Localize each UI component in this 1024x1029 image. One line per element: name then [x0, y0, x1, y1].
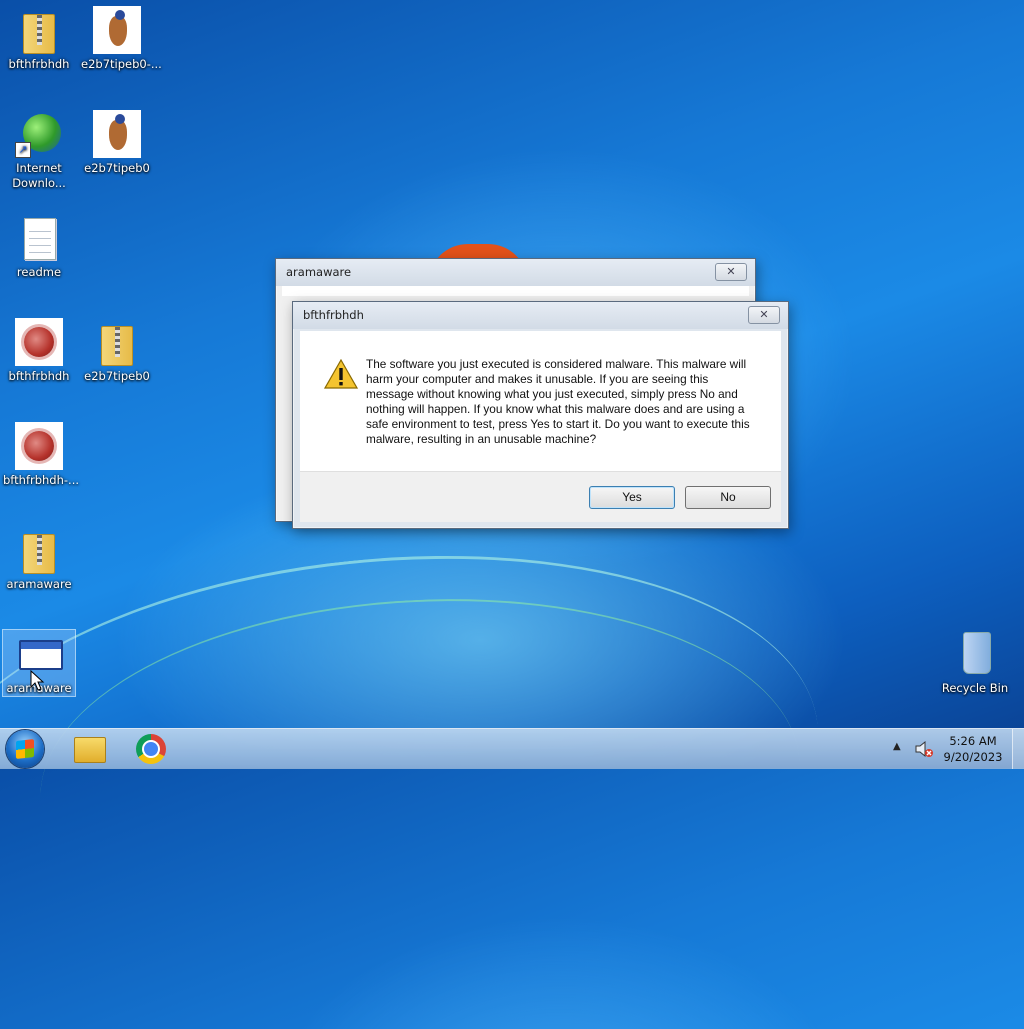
bird-image-icon	[93, 6, 141, 54]
dialog-body	[282, 286, 749, 296]
taskbar-chrome-button[interactable]	[122, 731, 178, 767]
close-button[interactable]: ✕	[748, 306, 780, 324]
desktop-icon-aramaware-zip[interactable]: aramaware	[3, 526, 75, 592]
desktop-icon-label: e2b7tipeb0	[84, 161, 150, 175]
desktop-icon-label: aramaware	[6, 577, 72, 591]
show-hidden-icons-button[interactable]: ▲	[893, 741, 901, 752]
zip-folder-icon	[15, 526, 63, 574]
idm-globe-icon: ↗	[15, 110, 63, 158]
chrome-icon	[136, 734, 166, 764]
windows-logo-icon	[16, 739, 34, 759]
speaker-muted-icon[interactable]	[914, 739, 934, 759]
warning-icon	[324, 359, 358, 389]
no-button[interactable]: No	[685, 486, 771, 509]
text-document-icon	[15, 214, 63, 262]
desktop-icon-bfthfrbhdh-image[interactable]: bfthfrbhdh	[3, 318, 75, 384]
taskbar-explorer-button[interactable]	[60, 731, 116, 767]
bird-image-icon	[93, 110, 141, 158]
folder-icon	[74, 737, 106, 763]
desktop-icon-label: Recycle Bin	[941, 681, 1009, 695]
system-clock[interactable]: 5:26 AM 9/20/2023	[940, 733, 1006, 765]
wallpaper-swoosh	[0, 514, 840, 1029]
desktop-icon-label: bfthfrbhdh	[8, 369, 70, 383]
desktop-icon-recycle-bin[interactable]: Recycle Bin	[939, 630, 1011, 696]
dialog-title: aramaware	[276, 259, 755, 286]
desktop-icon-label: readme	[16, 265, 62, 279]
dialog-button-bar: Yes No	[300, 471, 781, 522]
virus-image-icon	[15, 422, 63, 470]
desktop-icon-label: e2b7tipeb0-...	[81, 57, 162, 71]
desktop-icon-e2b7tipeb0-image[interactable]: e2b7tipeb0-...	[81, 6, 162, 72]
desktop-icon-bfthfrbhdh-copy[interactable]: bfthfrbhdh-...	[3, 422, 80, 488]
desktop-icon-e2b7tipeb0[interactable]: e2b7tipeb0	[81, 110, 153, 176]
desktop-icon-label: e2b7tipeb0	[84, 369, 150, 383]
yes-button[interactable]: Yes	[589, 486, 675, 509]
mouse-cursor-icon	[30, 670, 45, 691]
clock-date: 9/20/2023	[943, 750, 1003, 764]
dialog-message: The software you just executed is consid…	[366, 357, 750, 446]
wallpaper-swoosh	[31, 580, 809, 982]
close-button[interactable]: ✕	[715, 263, 747, 281]
start-button[interactable]	[6, 730, 44, 768]
malware-warning-dialog: bfthfrbhdh ✕ The software you just execu…	[292, 301, 789, 529]
desktop-icon-e2b7tipeb0-zip[interactable]: e2b7tipeb0	[81, 318, 153, 384]
desktop-icon-readme[interactable]: readme	[3, 214, 75, 280]
taskbar: ▲ 5:26 AM 9/20/2023	[0, 728, 1024, 769]
desktop-icon-label: Internet Downlo...	[12, 161, 66, 190]
clock-time: 5:26 AM	[949, 734, 997, 748]
desktop-icon-bfthfrbhdh-zip[interactable]: bfthfrbhdh	[3, 6, 75, 72]
desktop-icon-label: bfthfrbhdh	[8, 57, 70, 71]
virus-image-icon	[15, 318, 63, 366]
zip-folder-icon	[93, 318, 141, 366]
show-desktop-button[interactable]	[1012, 729, 1024, 769]
dialog-body: The software you just executed is consid…	[300, 331, 781, 471]
desktop-icon-internet-download-manager[interactable]: ↗ Internet Downlo...	[3, 110, 75, 191]
zip-folder-icon	[15, 6, 63, 54]
dialog-title: bfthfrbhdh	[293, 302, 788, 329]
desktop-icon-label: bfthfrbhdh-...	[3, 473, 80, 487]
recycle-bin-icon	[951, 630, 999, 678]
